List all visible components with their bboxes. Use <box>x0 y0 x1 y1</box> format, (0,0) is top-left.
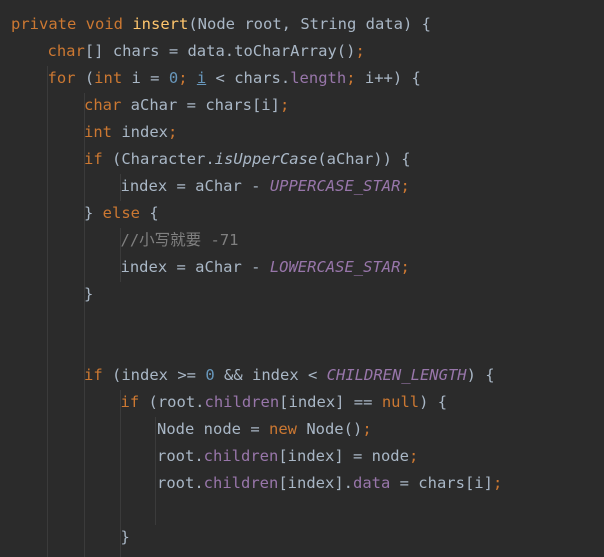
code-token: } <box>120 528 130 546</box>
code-token: i <box>196 69 207 87</box>
code-token: [index]. <box>278 474 353 492</box>
code-token: index = aChar - <box>120 258 270 276</box>
code-token: else <box>102 204 140 222</box>
code-line[interactable]: } <box>84 281 93 308</box>
code-token: new <box>268 420 297 438</box>
code-token: //小写就要 -71 <box>120 231 239 249</box>
code-token: [index] == <box>279 393 382 411</box>
code-token: length <box>290 69 347 87</box>
code-token: && index < <box>214 366 327 384</box>
code-token: children <box>204 393 280 411</box>
code-line[interactable]: } <box>121 524 130 551</box>
code-line[interactable]: private void insert(Node root, String da… <box>11 11 431 38</box>
code-token: (index >= <box>102 366 206 384</box>
code-token: index <box>112 123 168 141</box>
code-token: i = <box>122 69 169 87</box>
code-token: int <box>84 123 112 141</box>
code-token: (root. <box>139 393 205 411</box>
code-token: index = aChar - <box>120 177 270 195</box>
code-token: insert <box>132 15 189 33</box>
code-token: int <box>94 69 123 87</box>
code-line[interactable]: index = aChar - UPPERCASE_STAR; <box>121 173 410 200</box>
code-token: if <box>84 366 103 384</box>
code-token: private <box>11 15 77 33</box>
code-line[interactable]: index = aChar - LOWERCASE_STAR; <box>121 254 410 281</box>
code-token: CHILDREN_LENGTH <box>326 366 467 384</box>
code-token: ; <box>400 177 410 195</box>
code-token: LOWERCASE_STAR <box>269 258 401 276</box>
code-token: root. <box>157 447 204 465</box>
indent-guide <box>155 417 156 525</box>
code-line[interactable]: Node node = new Node(); <box>157 416 372 443</box>
code-token: [index] = node <box>278 447 409 465</box>
code-token: children <box>203 474 279 492</box>
code-token: ; <box>492 474 503 492</box>
code-token: char <box>84 96 122 114</box>
code-token: UPPERCASE_STAR <box>269 177 401 195</box>
code-token: void <box>85 15 123 33</box>
code-token: = chars[i] <box>390 474 493 492</box>
code-editor[interactable]: private void insert(Node root, String da… <box>0 0 604 557</box>
code-token: 0 <box>205 366 215 384</box>
code-token: if <box>84 150 103 168</box>
code-token: Node node = <box>157 420 269 438</box>
code-token: ; <box>279 96 290 114</box>
code-token: ; <box>355 42 365 60</box>
code-token: ) { <box>466 366 495 384</box>
code-token: ; <box>168 123 178 141</box>
code-line[interactable]: if (index >= 0 && index < CHILDREN_LENGT… <box>84 362 495 389</box>
code-line[interactable]: root.children[index] = node; <box>157 443 418 470</box>
code-token: (Node root, String data) { <box>188 15 431 33</box>
code-token: Node() <box>296 420 363 438</box>
code-line[interactable]: char[] chars = data.toCharArray(); <box>48 38 365 65</box>
code-token: null <box>381 393 420 411</box>
code-token: (aChar)) { <box>317 150 411 168</box>
code-token: ; <box>178 69 197 87</box>
code-token: (Character. <box>102 150 215 168</box>
code-token: isUpperCase <box>214 150 318 168</box>
code-token: ( <box>75 69 95 87</box>
code-line[interactable]: root.children[index].data = chars[i]; <box>157 470 502 497</box>
code-token: data <box>352 474 391 492</box>
code-token: [] chars = data.toCharArray() <box>84 42 356 60</box>
code-token: i++) { <box>364 69 421 87</box>
code-token: } <box>84 204 103 222</box>
code-token: children <box>203 447 279 465</box>
code-token: ; <box>408 447 419 465</box>
code-token: char <box>47 42 85 60</box>
code-token: 0 <box>168 69 179 87</box>
code-token: ) { <box>419 393 448 411</box>
code-line[interactable]: //小写就要 -71 <box>121 227 239 254</box>
code-token: if <box>120 393 140 411</box>
code-token: ; <box>400 258 410 276</box>
code-line[interactable]: if (root.children[index] == null) { <box>121 389 448 416</box>
code-token: < chars. <box>206 69 291 87</box>
code-token: ; <box>346 69 365 87</box>
code-token: root. <box>157 474 204 492</box>
code-token: ; <box>362 420 372 438</box>
code-token: { <box>140 204 159 222</box>
code-token: aChar = chars[i] <box>121 96 280 114</box>
code-line[interactable]: } else { <box>84 200 159 227</box>
code-line[interactable]: for (int i = 0; i < chars.length; i++) { <box>48 65 421 92</box>
code-line[interactable]: if (Character.isUpperCase(aChar)) { <box>84 146 411 173</box>
code-token: } <box>84 285 94 303</box>
indent-guide <box>47 66 48 557</box>
code-token: for <box>47 69 76 87</box>
code-line[interactable]: char aChar = chars[i]; <box>84 92 289 119</box>
code-line[interactable]: int index; <box>84 119 177 146</box>
